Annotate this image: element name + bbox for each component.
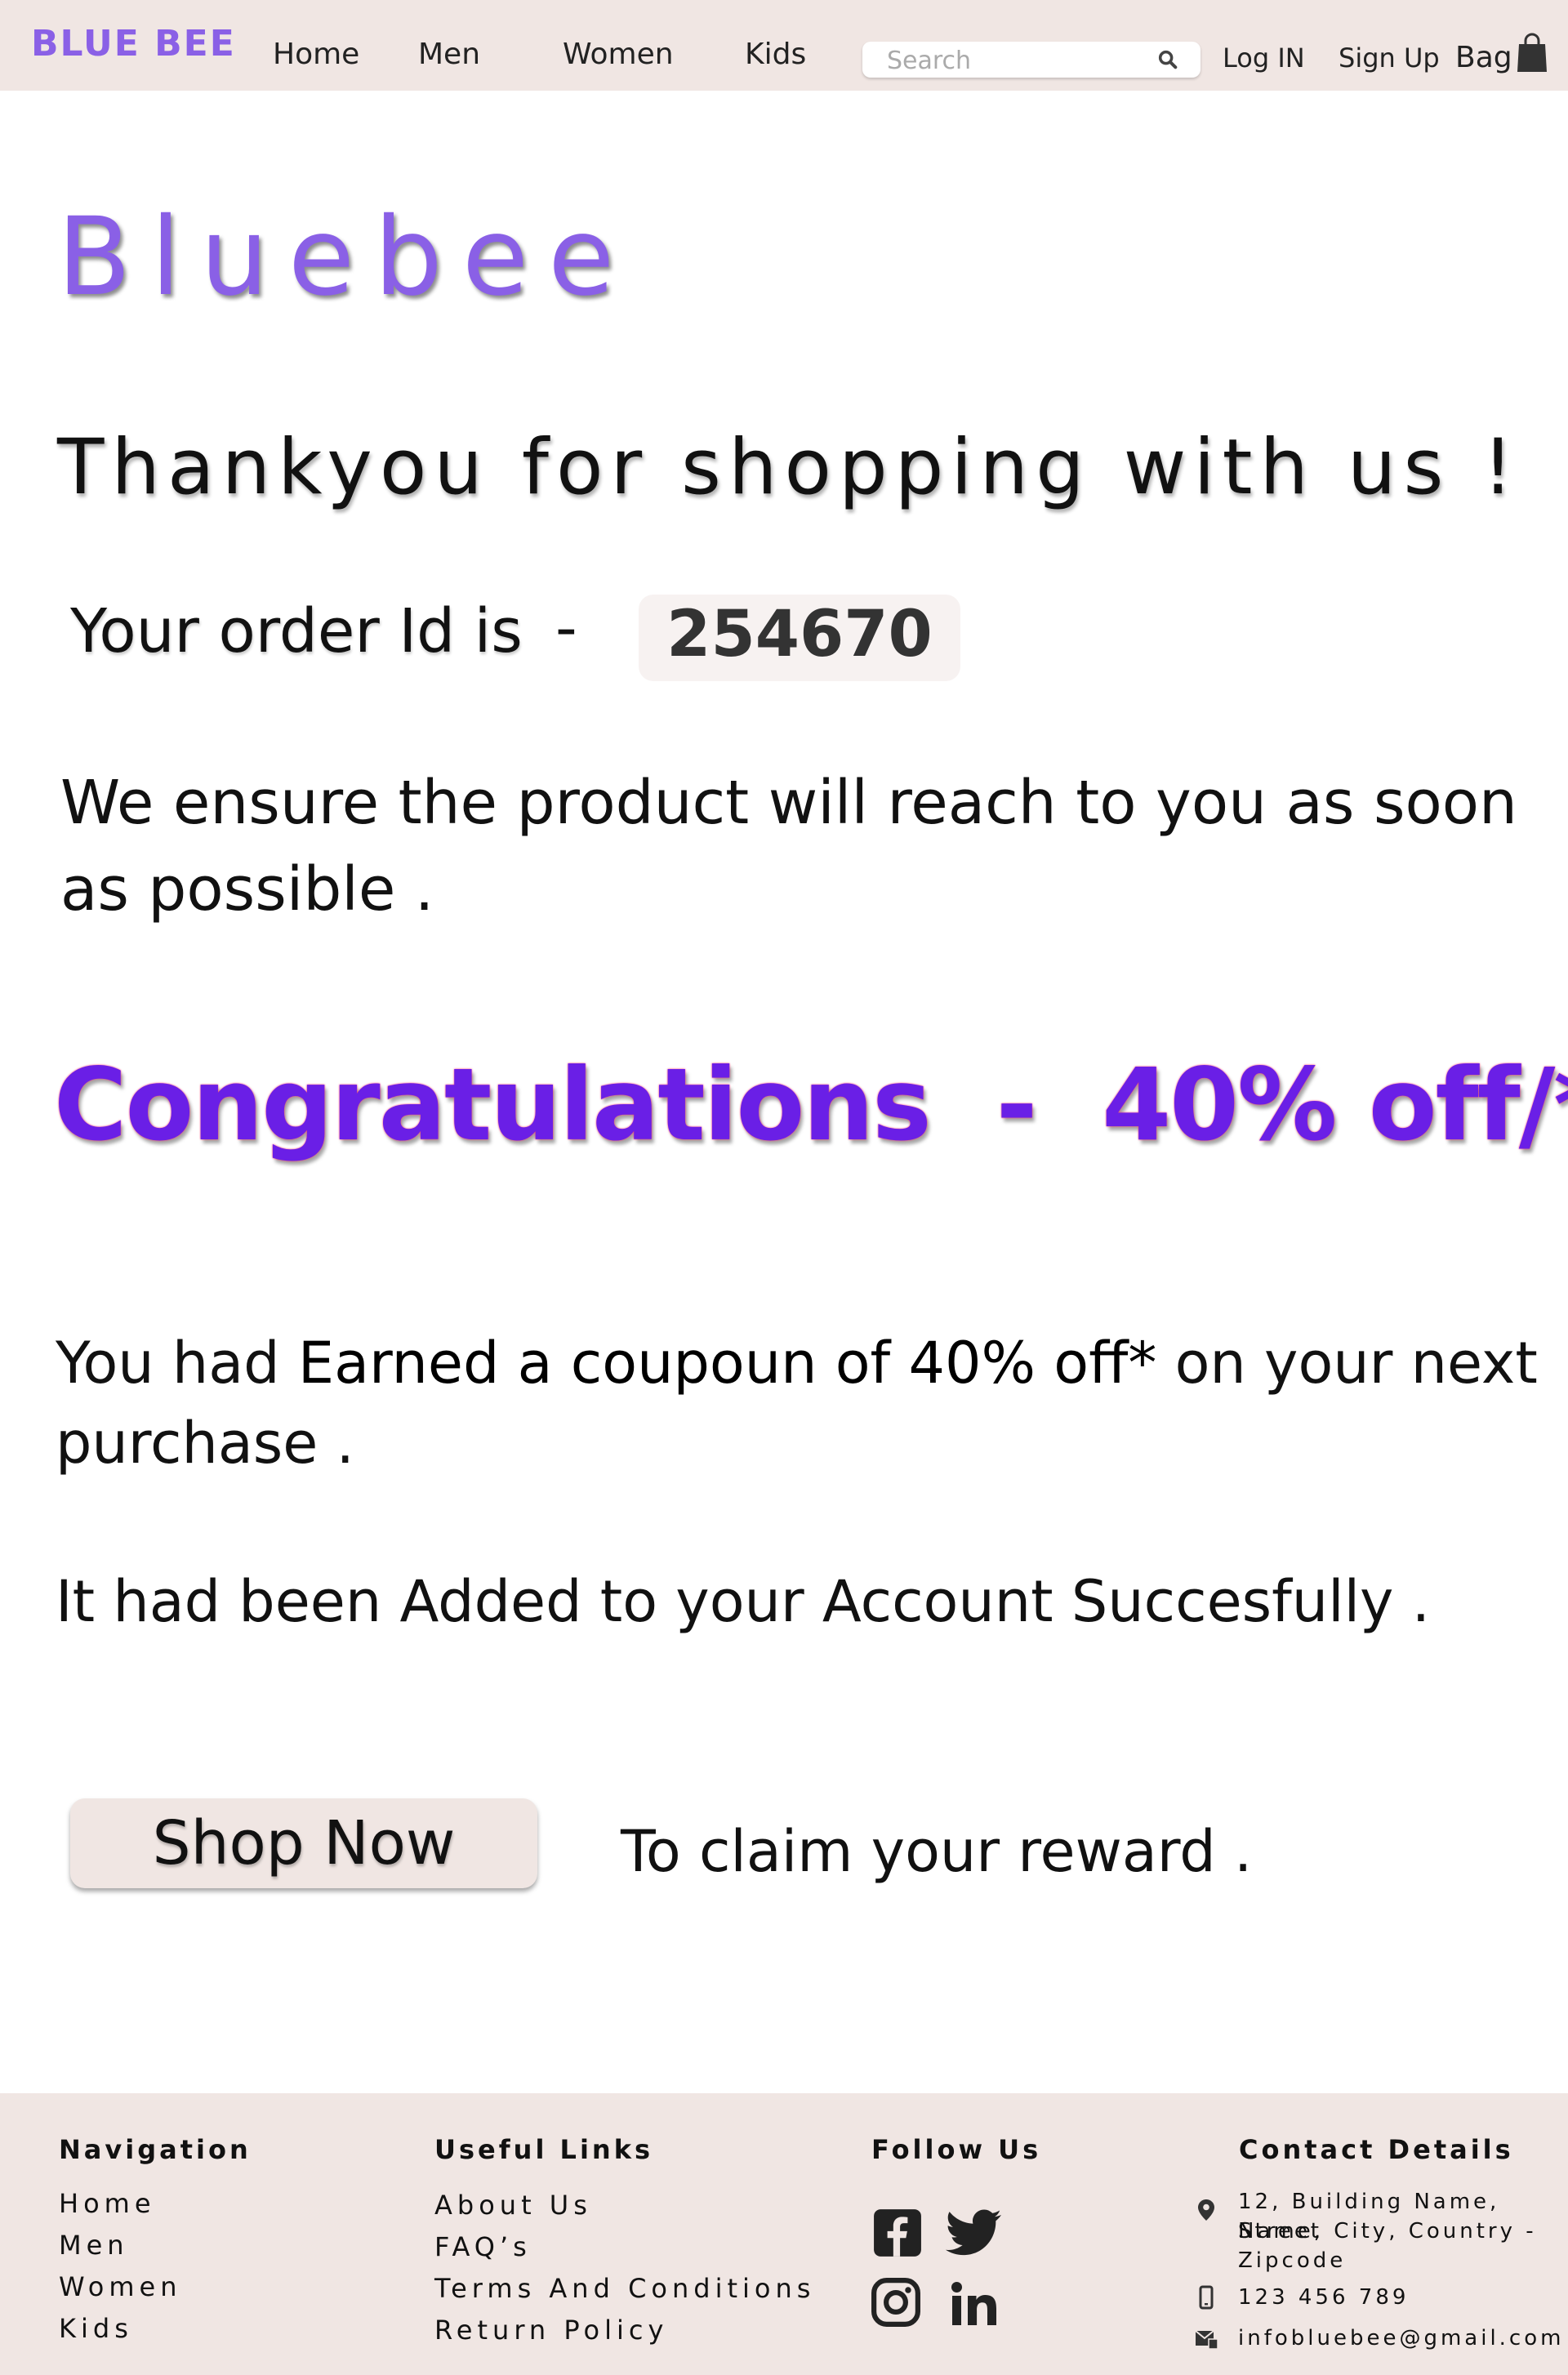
footer-useful-links-list: About Us FAQ’s Terms And Conditions Retu… <box>434 2185 815 2351</box>
shop-now-button[interactable]: Shop Now <box>70 1798 537 1888</box>
order-id-dash: - <box>555 593 577 663</box>
signup-link[interactable]: Sign Up <box>1339 42 1440 74</box>
footer-navigation-heading: Navigation <box>59 2134 252 2165</box>
facebook-icon[interactable] <box>872 2208 923 2258</box>
footer-link-home[interactable]: Home <box>59 2183 181 2225</box>
footer-link-women[interactable]: Women <box>59 2266 181 2308</box>
search-bar <box>862 42 1200 78</box>
bag-link[interactable]: Bag <box>1455 41 1512 74</box>
footer-navigation-list: Home Men Women Kids <box>59 2183 181 2350</box>
footer-contact-heading: Contact Details <box>1239 2134 1514 2165</box>
bluebee-logo-text: Bluebee <box>57 194 635 320</box>
footer-useful-links-heading: Useful Links <box>434 2134 654 2165</box>
twitter-icon[interactable] <box>944 2208 1003 2258</box>
footer: Navigation Home Men Women Kids Useful Li… <box>0 2093 1568 2375</box>
shopping-bag-icon[interactable] <box>1516 33 1548 74</box>
added-text-bold: Added to your Account Succesfully . <box>399 1568 1430 1635</box>
search-input[interactable] <box>885 47 1150 74</box>
nav-kids[interactable]: Kids <box>745 38 806 71</box>
brand-logo[interactable]: BLUE BEE <box>31 23 236 65</box>
contact-address-line2: Name, City, Country - <box>1238 2219 1537 2244</box>
search-icon[interactable] <box>1156 48 1179 71</box>
coupon-earned-message: You had Earned a coupoun of 40% off* on … <box>56 1323 1542 1483</box>
order-id-value: 254670 <box>666 598 933 671</box>
footer-link-kids[interactable]: Kids <box>59 2308 181 2350</box>
instagram-icon[interactable] <box>871 2277 921 2328</box>
claim-reward-text: To claim your reward . <box>621 1818 1253 1885</box>
footer-link-terms[interactable]: Terms And Conditions <box>434 2268 815 2310</box>
contact-address-line3: Zipcode <box>1238 2248 1347 2273</box>
top-navbar: BLUE BEE Home Men Women Kids Log IN Sign… <box>0 0 1568 91</box>
contact-phone[interactable]: 123 456 789 <box>1238 2283 1409 2312</box>
login-link[interactable]: Log IN <box>1223 42 1305 74</box>
order-id-label: Your order Id is <box>70 596 523 666</box>
email-icon <box>1195 2330 1218 2350</box>
footer-link-faqs[interactable]: FAQ’s <box>434 2226 815 2268</box>
nav-men[interactable]: Men <box>418 38 480 71</box>
nav-women[interactable]: Women <box>563 38 674 71</box>
thank-you-heading: Thankyou for shopping with us ! <box>57 423 1521 512</box>
coupon-added-message: It had been Added to your Account Succes… <box>56 1562 1542 1642</box>
congratulations-banner: Congratulations - 40% off/* <box>54 1047 1568 1163</box>
nav-home[interactable]: Home <box>273 38 359 71</box>
footer-follow-heading: Follow Us <box>871 2134 1042 2165</box>
order-id-box: 254670 <box>639 595 960 681</box>
added-text-pre: It had been <box>56 1568 400 1635</box>
footer-link-about-us[interactable]: About Us <box>434 2185 815 2226</box>
contact-email[interactable]: infobluebee@gmail.com <box>1238 2324 1564 2353</box>
footer-link-men[interactable]: Men <box>59 2225 181 2266</box>
linkedin-icon[interactable] <box>951 2281 998 2327</box>
delivery-message: We ensure the product will reach to you … <box>60 768 1517 925</box>
phone-icon <box>1199 2285 1214 2310</box>
footer-link-return-policy[interactable]: Return Policy <box>434 2310 815 2351</box>
coupon-text-pre: You had <box>56 1330 298 1397</box>
location-pin-icon <box>1198 2199 1214 2221</box>
coupon-text-bold: Earned a coupoun of 40% off* <box>297 1330 1157 1397</box>
